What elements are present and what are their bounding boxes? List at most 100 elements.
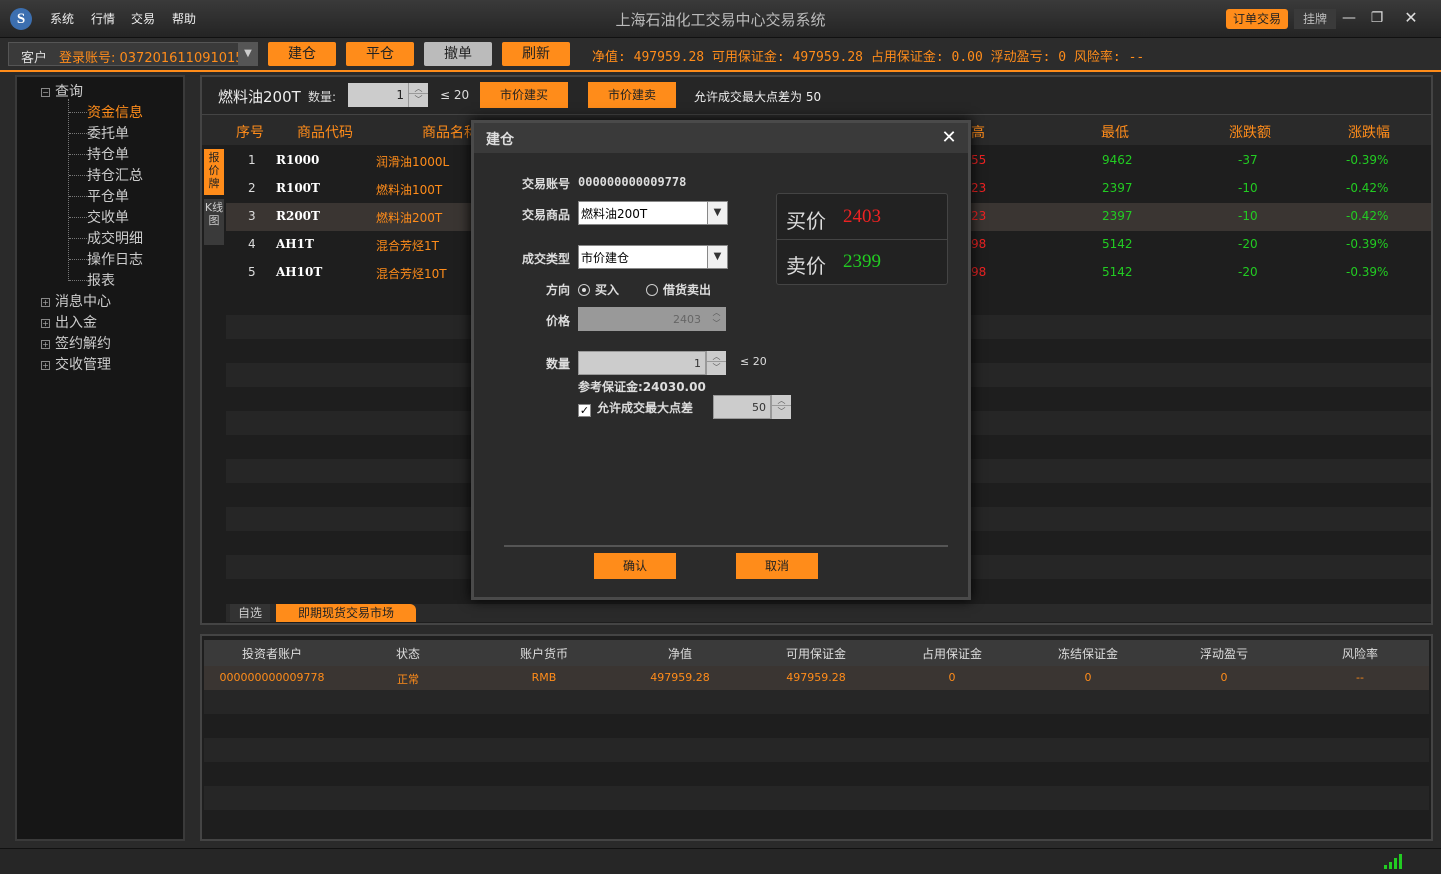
cell-low: 9462: [1102, 153, 1133, 167]
allow-spread-checkbox[interactable]: ✓ 允许成交最大点差: [578, 399, 693, 417]
type-label: 成交类型: [521, 252, 570, 266]
expand-icon[interactable]: +: [41, 319, 50, 328]
open-position-button[interactable]: 建仓: [268, 42, 336, 66]
market-sell-button[interactable]: 市价建卖: [588, 82, 676, 108]
tree-node-contract[interactable]: + 签约解约: [41, 333, 111, 353]
cancel-button[interactable]: 取消: [736, 553, 818, 579]
col-no: 序号: [236, 125, 264, 141]
radio-buy-label: 买入: [595, 283, 620, 297]
tab-favorites[interactable]: 自选: [230, 604, 270, 622]
cell-code: AH1T: [276, 237, 314, 251]
chevron-down-icon[interactable]: ▼: [238, 43, 258, 65]
chevron-up-icon[interactable]: ︿: [409, 83, 428, 94]
cell-no: 4: [248, 237, 256, 251]
cell-change: -37: [1238, 153, 1258, 167]
qty-stepper[interactable]: ︿ ﹀: [706, 351, 726, 375]
restore-icon[interactable]: ❐: [1366, 8, 1388, 28]
allowed-spread-text: 允许成交最大点差为 50: [694, 90, 822, 104]
sidebar-item-deals[interactable]: 成交明细: [69, 228, 143, 248]
type-select[interactable]: 市价建仓 ▼: [578, 245, 728, 269]
sidebar-item-orders[interactable]: 委托单: [69, 123, 129, 143]
cell-change-pct: -0.39%: [1346, 153, 1389, 167]
login-account: 登录账号: 037201611091015: [59, 51, 244, 66]
chevron-down-icon[interactable]: ▼: [707, 246, 727, 268]
qty-input[interactable]: 1: [578, 351, 706, 375]
sidebar-tree: − 查询 资金信息 委托单 持仓单 持仓汇总 平仓单 交收单 成交明细 操作日志 …: [15, 75, 185, 841]
close-icon[interactable]: ✕: [938, 127, 960, 149]
tab-quote-board[interactable]: 报价牌: [204, 149, 224, 195]
sidebar-item-label: 操作日志: [87, 252, 143, 268]
expand-icon[interactable]: +: [41, 340, 50, 349]
cell-high: 55: [971, 153, 987, 167]
sidebar-item-reports[interactable]: 报表: [69, 270, 115, 290]
chevron-down-icon[interactable]: ﹀: [772, 406, 791, 417]
chevron-down-icon[interactable]: ▼: [707, 202, 727, 224]
tree-node-delivery-mgmt[interactable]: + 交收管理: [41, 354, 111, 374]
tab-order-trade[interactable]: 订单交易: [1226, 9, 1288, 29]
expand-icon[interactable]: +: [41, 298, 50, 307]
cell-high: 98: [971, 265, 987, 279]
open-position-dialog: 建仓 ✕ 交易账号 000000000009778 交易商品 燃料油200T ▼…: [471, 120, 971, 600]
cell-change-pct: -0.42%: [1346, 209, 1389, 223]
tree-node-label: 出入金: [55, 315, 97, 331]
dialog-title: 建仓: [474, 123, 968, 153]
tab-listing[interactable]: 挂牌: [1294, 9, 1336, 29]
chevron-down-icon[interactable]: ﹀: [409, 94, 428, 105]
qty-label: 数量:: [308, 90, 337, 104]
market-buy-button[interactable]: 市价建买: [480, 82, 568, 108]
cell-change-pct: -0.39%: [1346, 237, 1389, 251]
col-change-pct: 涨跌幅: [1348, 125, 1390, 141]
sidebar-item-closed[interactable]: 平仓单: [69, 186, 129, 206]
sidebar-item-positions[interactable]: 持仓单: [69, 144, 129, 164]
cell-change: -20: [1238, 265, 1258, 279]
cell-frozen-margin: 0: [1084, 671, 1092, 684]
minimize-icon[interactable]: —: [1338, 8, 1360, 28]
table-row[interactable]: 000000000009778 正常 RMB 497959.28 497959.…: [204, 666, 1429, 690]
sidebar-item-oplog[interactable]: 操作日志: [69, 249, 143, 269]
radio-borrow-sell[interactable]: 借货卖出: [646, 281, 711, 298]
market-tabs: 自选 即期现货交易市场: [226, 604, 1431, 622]
tab-spot-market[interactable]: 即期现货交易市场: [276, 604, 416, 622]
quick-order-bar: 燃料油200T 数量: 1 ︿ ﹀ ≤ 20 市价建买 市价建卖 允许成交最大点差…: [202, 77, 1431, 115]
col-frozen-margin: 冻结保证金: [1057, 647, 1118, 661]
collapse-icon[interactable]: −: [41, 88, 50, 97]
close-window-icon[interactable]: ✕: [1400, 8, 1422, 28]
tree-node-deposit[interactable]: + 出入金: [41, 312, 97, 332]
tree-node-messages[interactable]: + 消息中心: [41, 291, 111, 311]
expand-icon[interactable]: +: [41, 361, 50, 370]
price-label: 价格: [545, 314, 570, 328]
chevron-up-icon[interactable]: ︿: [772, 395, 791, 406]
withdraw-order-button[interactable]: 撤单: [424, 42, 492, 66]
sidebar-item-delivery[interactable]: 交收单: [69, 207, 129, 227]
tab-kline[interactable]: K线图: [204, 199, 224, 245]
confirm-button[interactable]: 确认: [594, 553, 676, 579]
sidebar-item-position-summary[interactable]: 持仓汇总: [69, 165, 143, 185]
sidebar-item-label: 资金信息: [87, 105, 143, 121]
qty-input[interactable]: 1: [348, 83, 408, 107]
account-selector[interactable]: 客户 登录账号: 037201611091015 ▼: [8, 42, 258, 66]
cell-no: 5: [248, 265, 256, 279]
sidebar-item-funds[interactable]: 资金信息: [69, 102, 143, 122]
col-name: 商品名称: [422, 125, 478, 141]
chevron-up-icon[interactable]: ︿: [707, 351, 726, 362]
col-risk-rate: 风险率: [1341, 647, 1378, 661]
cell-name: 混合芳烃10T: [376, 267, 447, 281]
empty-row: [204, 786, 1429, 810]
tree-node-query[interactable]: − 查询: [41, 81, 83, 101]
chevron-down-icon[interactable]: ﹀: [707, 362, 726, 373]
close-position-button[interactable]: 平仓: [346, 42, 414, 66]
cell-risk-rate: --: [1356, 671, 1364, 684]
cell-name: 润滑油1000L: [376, 155, 450, 169]
product-select[interactable]: 燃料油200T ▼: [578, 201, 728, 225]
sell-price-value: 2399: [843, 251, 881, 272]
checkbox-checked-icon[interactable]: ✓: [578, 404, 591, 417]
radio-buy[interactable]: 买入: [578, 281, 619, 298]
price-input: 2403: [578, 307, 706, 331]
qty-stepper[interactable]: ︿ ﹀: [408, 83, 428, 107]
radio-unchecked-icon[interactable]: [646, 284, 658, 296]
refresh-button[interactable]: 刷新: [502, 42, 570, 66]
spread-input[interactable]: 50: [713, 395, 771, 419]
radio-checked-icon[interactable]: [578, 284, 590, 296]
sidebar-item-label: 成交明细: [87, 231, 143, 247]
spread-stepper[interactable]: ︿ ﹀: [771, 395, 791, 419]
